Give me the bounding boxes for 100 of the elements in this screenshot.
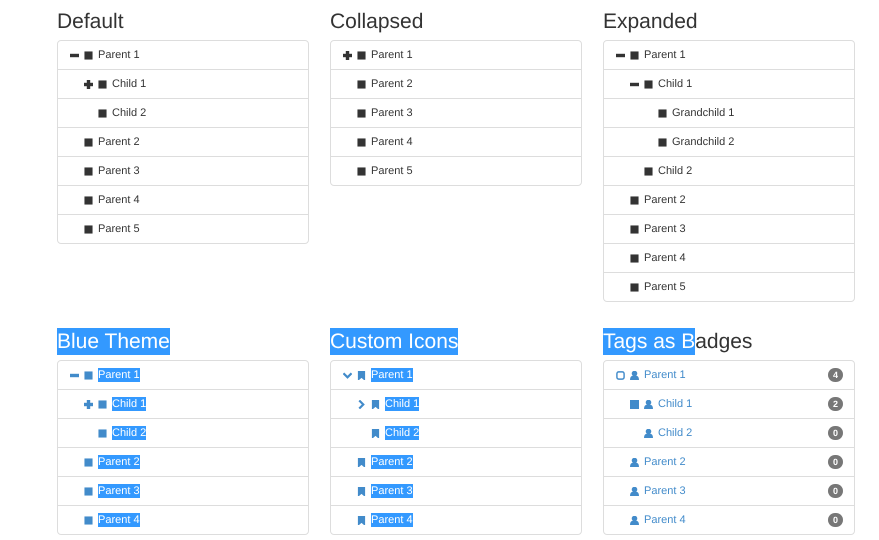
square-icon [84,166,93,176]
user-icon [630,486,639,496]
count-badge: 0 [828,484,843,498]
user-icon [630,370,639,380]
count-badge: 2 [828,397,843,411]
node-label: Child 2 [658,164,692,178]
section-title: Blue Theme [57,328,171,355]
section-title: Expanded [603,9,699,35]
square-icon [84,50,93,60]
node-label: Child 2 [385,426,420,440]
tree-node[interactable]: Parent 3 [604,214,854,243]
user-icon [630,516,639,524]
tree-node[interactable]: Parent 2 [604,185,854,214]
node-label: Parent 1 [644,368,686,382]
tree-node[interactable]: Parent 5 [331,156,581,185]
node-label: Parent 2 [98,455,140,469]
count-badge: 0 [828,513,843,527]
node-label: Child 1 [112,397,146,411]
square-icon [644,80,653,88]
node-label: Child 2 [658,426,692,440]
tree-node[interactable]: Child 2 [604,156,854,185]
square-icon [357,50,366,60]
square-icon [658,108,667,118]
node-label: Child 1 [658,77,692,91]
node-label: Parent 5 [644,280,686,294]
tree-node[interactable]: Parent 5 [604,272,854,301]
tree-node[interactable]: Parent 5 [58,214,308,243]
tree-node[interactable]: Parent 1 [331,41,581,69]
square-icon [84,516,93,524]
node-label: Parent 2 [371,77,413,91]
node-label: Child 2 [112,426,146,440]
node-label: Parent 2 [371,455,413,469]
node-label: Grandchild 2 [672,135,734,149]
node-label: Parent 5 [98,222,140,236]
node-label: Parent 4 [371,513,413,527]
square-icon [630,282,639,292]
section-title: Default [57,9,125,35]
chevron-right-icon[interactable] [357,400,366,408]
tree-node[interactable]: Parent 4 0 [604,505,854,534]
count-badge: 0 [828,455,843,469]
section-title: Custom Icons [330,328,460,355]
square-icon [644,166,653,176]
tree-node[interactable]: Parent 2 0 [604,447,854,476]
node-label: Child 1 [658,397,692,411]
count-badge: 0 [828,426,843,440]
tree-node[interactable]: Parent 2 [331,69,581,98]
tree-node[interactable]: Child 1 [58,69,308,98]
plus-icon[interactable] [84,80,93,88]
node-label: Parent 2 [644,193,686,207]
node-label: Parent 4 [371,135,413,149]
tree-node[interactable]: Parent 3 [58,156,308,185]
node-label: Parent 4 [98,513,140,527]
node-label: Child 1 [385,397,420,411]
bookmark-icon [357,458,366,466]
tree-node[interactable]: Parent 4 [604,243,854,272]
tree-node[interactable]: Grandchild 1 [604,98,854,127]
node-label: Parent 4 [98,193,140,207]
node-label: Parent 3 [644,222,686,236]
tree-node[interactable]: Grandchild 2 [604,127,854,156]
tree-node[interactable]: Child 2 0 [604,418,854,447]
tree-node[interactable]: Parent 1 4 [604,361,854,389]
node-label: Grandchild 1 [672,106,734,120]
node-label: Parent 3 [644,484,686,498]
count-badge: 4 [828,368,843,382]
tree-node[interactable]: Parent 1 [604,41,854,69]
square-icon [84,196,93,204]
square-icon [658,138,667,146]
square-icon [84,458,93,466]
square-icon[interactable] [630,400,639,408]
tree-node[interactable]: Parent 4 [331,127,581,156]
node-label: Parent 1 [371,368,413,382]
tree-node[interactable]: Parent 2 [58,127,308,156]
tree-node[interactable]: Child 1 2 [604,389,854,418]
node-label: Child 2 [112,106,146,120]
bookmark-icon [357,370,366,380]
tree-node[interactable]: Parent 3 [331,98,581,127]
node-label: Parent 5 [371,164,413,178]
square-icon [84,224,93,234]
node-label: Parent 1 [644,48,686,62]
tree-node[interactable]: Child 2 [58,98,308,127]
user-icon [644,428,653,438]
bookmark-icon [357,486,366,496]
node-label: Parent 3 [98,484,140,498]
tree-node[interactable]: Parent 4 [58,185,308,214]
square-icon [357,80,366,88]
square-icon [630,50,639,60]
square-outline-icon[interactable] [616,370,625,380]
node-label: Parent 3 [371,484,413,498]
chevron-down-icon[interactable] [343,370,352,380]
square-icon [84,486,93,496]
square-icon [84,370,93,380]
square-icon [630,196,639,204]
square-icon [630,224,639,234]
tree-node[interactable]: Child 1 [604,69,854,98]
node-label: Child 1 [112,77,146,91]
tree-node[interactable]: Parent 3 0 [604,476,854,505]
plus-icon[interactable] [343,50,352,60]
node-label: Parent 1 [371,48,413,62]
bookmark-icon [357,516,366,524]
tree-node[interactable]: Parent 1 [58,41,308,69]
